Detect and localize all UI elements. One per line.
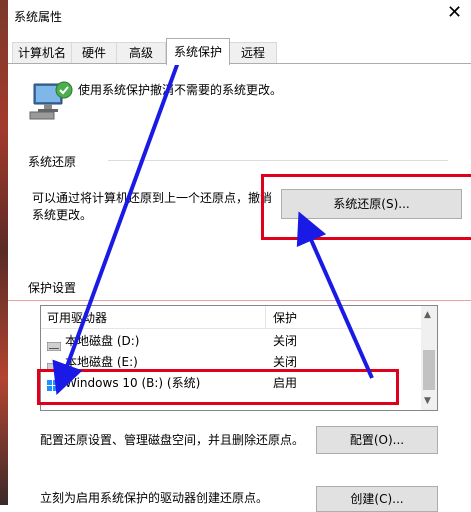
arrow-tab-to-drive [52,53,183,396]
annotation-arrows [52,53,374,396]
tab-system-protection[interactable]: 系统保护 [166,38,230,65]
arrow-drive-to-restore [296,211,374,379]
